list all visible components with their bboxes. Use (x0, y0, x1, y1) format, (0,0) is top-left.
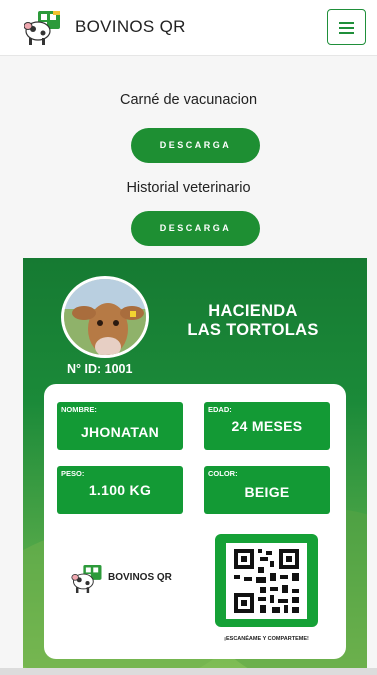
name-label: NOMBRE: (61, 405, 97, 414)
cow-qr-logo-icon[interactable] (24, 11, 62, 45)
info-panel: NOMBRE: JHONATAN EDAD: 24 MESES PESO: 1.… (44, 384, 346, 659)
color-label: COLOR: (208, 469, 238, 478)
menu-toggle-button[interactable] (327, 9, 366, 45)
footer-brand: BOVINOS QR (108, 572, 172, 583)
ranch-name-line2: LAS TORTOLAS (187, 321, 319, 339)
age-field: EDAD: 24 MESES (204, 402, 330, 450)
vaccination-card-title: Carné de vacunacion (119, 92, 258, 108)
color-value: BEIGE (244, 484, 290, 500)
age-label: EDAD: (208, 405, 232, 414)
name-field: NOMBRE: JHONATAN (57, 402, 183, 450)
weight-value: 1.100 KG (88, 482, 152, 498)
vet-history-title: Historial veterinario (126, 180, 251, 196)
name-value: JHONATAN (80, 424, 160, 440)
cow-qr-logo-icon (71, 565, 102, 593)
download-history-button[interactable]: DESCARGA (131, 211, 260, 246)
qr-code-icon (226, 543, 307, 619)
weight-label: PESO: (61, 469, 85, 478)
brand-title: BOVINOS QR (75, 17, 186, 36)
top-navbar: BOVINOS QR (0, 0, 377, 56)
cow-avatar (61, 276, 149, 358)
ranch-name-line1: HACIENDA (208, 302, 298, 320)
hamburger-menu-icon (339, 22, 354, 24)
ranch-name: HACIENDA LAS TORTOLAS (173, 302, 333, 340)
age-value: 24 MESES (231, 418, 303, 434)
weight-field: PESO: 1.100 KG (57, 466, 183, 514)
cattle-id-card: HACIENDA LAS TORTOLAS N° ID: 1001 NOMBRE… (23, 258, 367, 668)
bottom-bar (0, 668, 377, 675)
cow-id-label: N° ID: 1001 (67, 362, 133, 376)
color-field: COLOR: BEIGE (204, 466, 330, 514)
cow-photo-icon (64, 279, 146, 355)
qr-code-frame[interactable] (215, 534, 318, 627)
qr-caption: ¡ESCANÉAME Y COMPARTEME! (224, 636, 309, 642)
main-content: Carné de vacunacion DESCARGA Historial v… (0, 56, 377, 668)
download-vaccination-button[interactable]: DESCARGA (131, 128, 260, 163)
